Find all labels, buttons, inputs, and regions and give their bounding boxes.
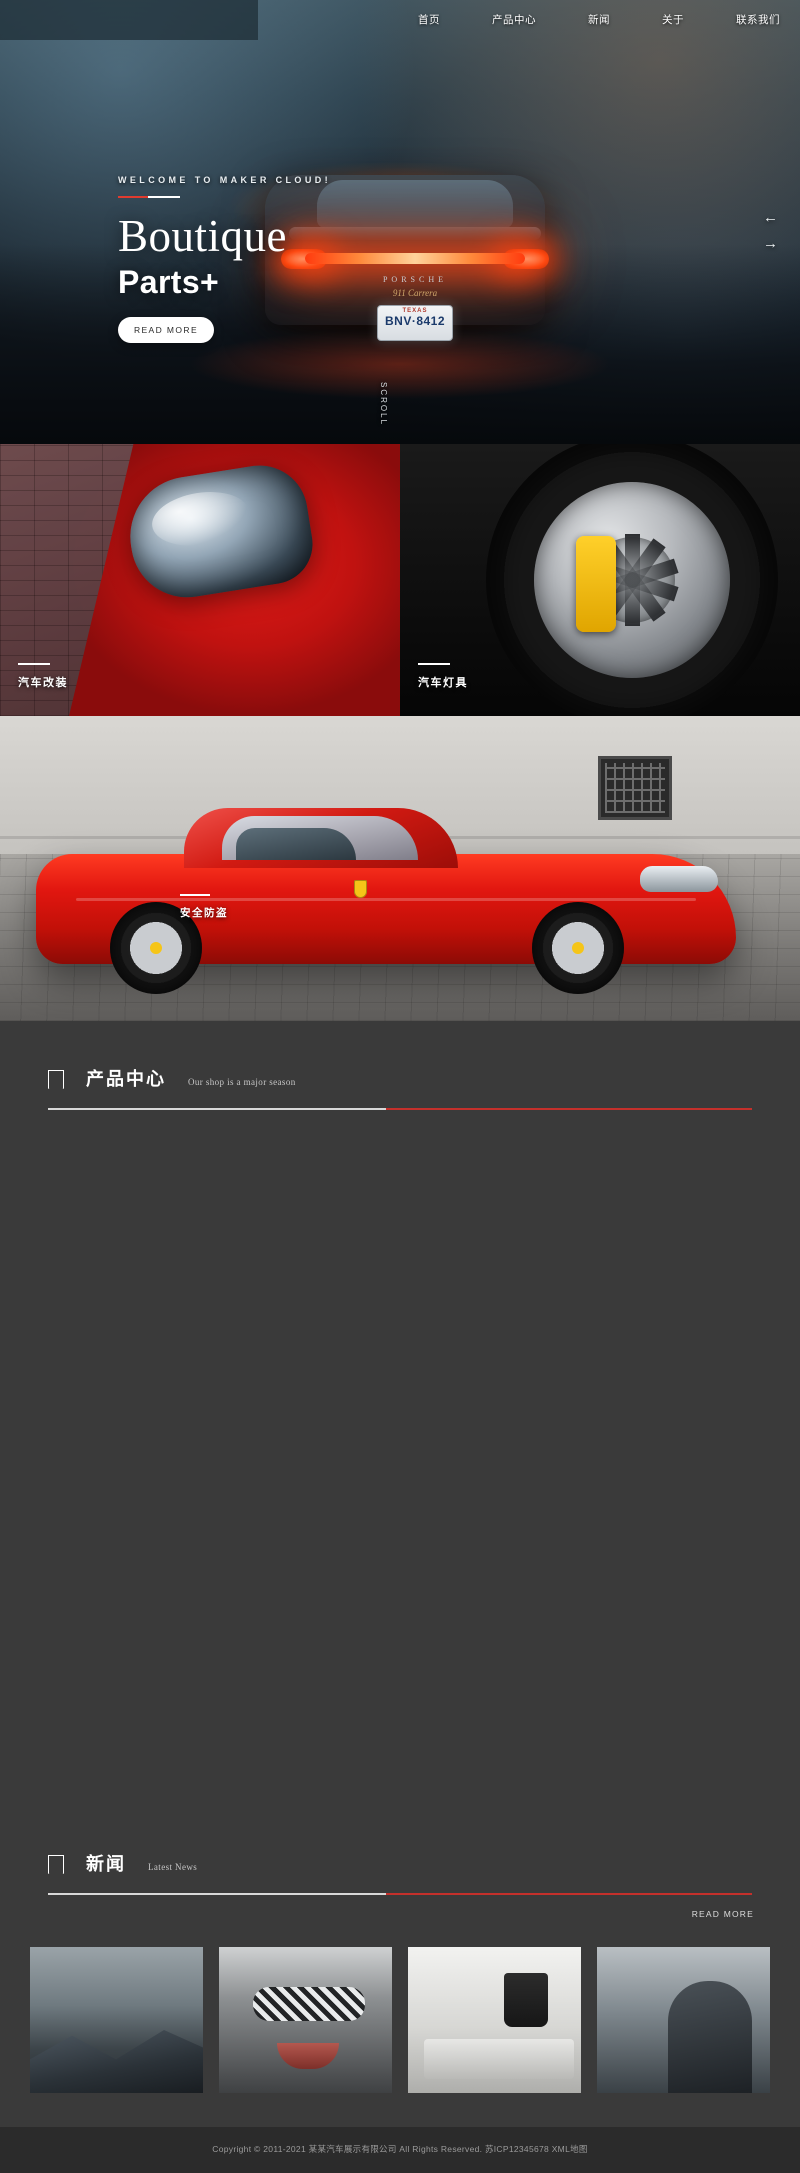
label-dash (418, 663, 450, 665)
hero-read-more-button[interactable]: READ MORE (118, 317, 214, 343)
category-card-lighting[interactable]: 汽车灯具 (400, 444, 800, 716)
news-section: 新闻 Latest News READ MORE (0, 1850, 800, 2127)
news-card-2[interactable] (219, 1947, 392, 2093)
hero-next-arrow-icon[interactable]: → (763, 231, 778, 257)
hero-title-serif: Boutique (118, 211, 287, 261)
label-dash (180, 894, 210, 896)
nav-item-contact[interactable]: 联系我们 (710, 0, 786, 40)
brand-shield-badge (354, 880, 367, 898)
news-subtitle: Latest News (148, 1862, 198, 1872)
license-plate-number: BNV·8412 (384, 314, 446, 328)
products-grid: 晶耀三代驱动轮毂 READ MORE 汽车LED防水防流车灯 READ MORE… (0, 1110, 800, 1850)
products-title: 产品中心 (86, 1069, 166, 1089)
products-subtitle: Our shop is a major season (188, 1077, 296, 1087)
news-read-more[interactable]: READ MORE (0, 1895, 800, 1919)
category-label-text: 汽车改装 (18, 677, 68, 689)
car-body-crease (76, 898, 696, 901)
news-card-3[interactable] (408, 1947, 581, 2093)
hero-prev-arrow-icon[interactable]: ← (763, 205, 778, 231)
category-label-text: 汽车灯具 (418, 677, 468, 689)
feature-banner-security[interactable]: 安全防盗 (0, 716, 800, 1021)
license-plate: TEXAS BNV·8412 (377, 305, 453, 341)
banner-label-text: 安全防盗 (180, 907, 228, 919)
hero-copy-block: WELCOME TO MAKER CLOUD! Boutique Parts+ … (118, 175, 331, 343)
category-label-modification: 汽车改装 (18, 663, 68, 690)
car-brand-badge: PORSCHE (382, 275, 447, 284)
hero-slider-arrows: ← → (763, 205, 778, 257)
hero-divider (118, 196, 180, 198)
category-label-lighting: 汽车灯具 (418, 663, 468, 690)
category-duo-band: 汽车改装 汽车灯具 (0, 444, 800, 716)
products-section-header: 产品中心 Our shop is a major season (0, 1021, 800, 1110)
nav-item-products[interactable]: 产品中心 (466, 0, 562, 40)
label-dash (18, 663, 50, 665)
car-rear-glass (317, 180, 513, 228)
page-root: PORSCHE 911 Carrera TEXAS BNV·8412 首页 产品… (0, 0, 800, 2173)
nav-item-about[interactable]: 关于 (636, 0, 710, 40)
nav-item-home[interactable]: 首页 (392, 0, 466, 40)
hero-welcome-text: WELCOME TO MAKER CLOUD! (118, 175, 332, 185)
banner-label-security: 安全防盗 (180, 894, 228, 920)
car-side-window (236, 828, 356, 860)
category-card-modification[interactable]: 汽车改装 (0, 444, 400, 716)
tyre-shape (486, 444, 778, 716)
scroll-indicator-label: SCROLL (379, 382, 388, 427)
rim-shape (534, 482, 730, 678)
nav-item-news[interactable]: 新闻 (562, 0, 636, 40)
top-navigation-bar: 首页 产品中心 新闻 关于 联系我们 (0, 0, 800, 40)
hero-title-bold: Parts+ (118, 264, 220, 300)
bookmark-icon (48, 1070, 64, 1089)
car-headlight (640, 866, 718, 892)
page-footer: Copyright © 2011-2021 某某汽车展示有限公司 All Rig… (0, 2127, 800, 2173)
red-sports-car-photo (36, 802, 736, 994)
news-card-4[interactable] (597, 1947, 770, 2093)
hero-section: PORSCHE 911 Carrera TEXAS BNV·8412 首页 产品… (0, 0, 800, 444)
news-card-strip (0, 1919, 800, 2093)
taillight-bar (305, 253, 525, 264)
brake-caliper (576, 536, 616, 632)
news-card-1[interactable] (30, 1947, 203, 2093)
main-nav: 首页 产品中心 新闻 关于 联系我们 (392, 0, 800, 40)
car-wheel-rear (532, 902, 624, 994)
news-title: 新闻 (86, 1854, 126, 1874)
car-model-script: 911 Carrera (392, 288, 438, 298)
footer-copyright-text: Copyright © 2011-2021 某某汽车展示有限公司 All Rig… (212, 2144, 588, 2154)
news-section-header: 新闻 Latest News (0, 1850, 800, 1895)
logo-plate[interactable] (0, 0, 258, 40)
products-section: 产品中心 Our shop is a major season 晶耀三代驱动轮毂… (0, 1021, 800, 1850)
bookmark-icon (48, 1855, 64, 1874)
